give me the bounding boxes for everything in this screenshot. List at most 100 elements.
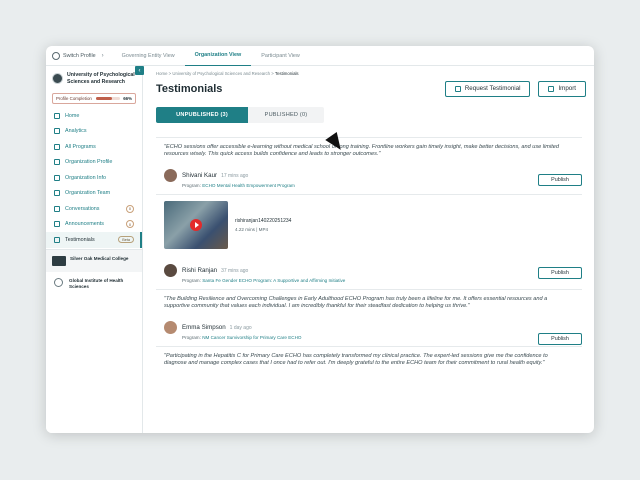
video-thumbnail[interactable] <box>164 200 228 249</box>
chat-icon <box>54 205 60 212</box>
publish-button[interactable]: Publish <box>538 332 582 345</box>
breadcrumb-org[interactable]: University of Psychological Sciences and… <box>172 71 270 76</box>
sidebar-item-testimonials[interactable]: Testimonials Beta <box>46 232 142 248</box>
request-testimonial-label: Request Testimonial <box>464 85 521 92</box>
breadcrumb-home[interactable]: Home <box>156 71 167 76</box>
org-name: University of Psychological Sciences and… <box>67 72 135 85</box>
status-tabs: UNPUBLISHED (3) PUBLISHED (0) <box>156 107 586 123</box>
avatar <box>164 264 177 278</box>
org-item-label: Global Institute of Health Sciences <box>69 277 124 289</box>
profile-completion[interactable]: Profile Completion 66% <box>52 93 136 104</box>
sidebar-item-announcements[interactable]: Announcements 0 <box>46 217 142 233</box>
sidebar-item-label: Analytics <box>65 128 87 135</box>
sidebar-item-organization-info[interactable]: Organization Info <box>46 170 142 186</box>
import-label: Import <box>558 85 576 92</box>
sidebar-item-conversations[interactable]: Conversations 0 <box>46 201 142 217</box>
conversations-count-badge: 0 <box>126 204 134 213</box>
sidebar-item-label: Announcements <box>65 221 104 228</box>
sidebar-item-all-programs[interactable]: All Programs <box>46 139 142 155</box>
org-logo <box>52 255 66 266</box>
program-line: Program: Santa Fe Gender ECHO Program: A… <box>182 278 345 283</box>
tab-unpublished[interactable]: UNPUBLISHED (3) <box>156 107 248 123</box>
gear-icon <box>52 51 60 60</box>
author-name: Emma Simpson <box>182 323 226 331</box>
switch-profile-button[interactable]: Switch Profile <box>52 51 96 60</box>
org-item-label: Silver Oak Medical College <box>70 255 129 261</box>
beta-badge: Beta <box>118 236 134 244</box>
sidebar-nav: Home Analytics All Programs Organization… <box>46 108 142 248</box>
app-window: Switch Profile › Governing Entity View O… <box>46 46 594 433</box>
sidebar-item-home[interactable]: Home <box>46 108 142 124</box>
org-logo <box>54 277 63 287</box>
megaphone-icon <box>54 221 60 228</box>
request-testimonial-button[interactable]: Request Testimonial <box>444 80 531 97</box>
main-content: Home > University of Psychological Scien… <box>143 66 594 433</box>
home-icon <box>54 112 60 119</box>
program-prefix: Program: <box>182 182 201 188</box>
program-link[interactable]: Santa Fe Gender ECHO Program: A Supporti… <box>202 278 345 283</box>
testimonial-card: rishiranjan140220251234 4.22 mins | MP4 … <box>156 193 582 289</box>
program-link[interactable]: ECHO Mental Health Empowerment Program <box>202 183 295 188</box>
video-name: rishiranjan140220251234 <box>235 217 292 224</box>
programs-icon <box>54 143 60 150</box>
sidebar-item-organization-team[interactable]: Organization Team <box>46 186 142 202</box>
author-time: 37 mins ago <box>221 267 249 274</box>
tab-published[interactable]: PUBLISHED (0) <box>248 107 324 123</box>
breadcrumb-current: Testimonials <box>274 71 299 76</box>
publish-button[interactable]: Publish <box>538 266 582 279</box>
video-info: rishiranjan140220251234 4.22 mins | MP4 <box>235 218 291 232</box>
program-prefix: Program: <box>182 334 201 340</box>
org-switcher-list: Silver Oak Medical College Global Instit… <box>46 248 142 296</box>
sidebar-item-label: Conversations <box>65 205 100 212</box>
request-icon <box>454 85 461 92</box>
profile-completion-value: 66% <box>123 96 132 101</box>
program-link[interactable]: NM Cancer Survivorship for Primary Care … <box>202 335 301 340</box>
breadcrumb: Home > University of Psychological Scien… <box>156 71 586 76</box>
profile-icon <box>54 159 60 166</box>
sidebar-item-label: Organization Info <box>65 174 107 181</box>
sidebar: University of Psychological Sciences and… <box>46 66 144 433</box>
org-item-silver-oak[interactable]: Silver Oak Medical College <box>46 249 142 272</box>
avatar <box>164 321 177 335</box>
sidebar-item-label: Organization Profile <box>65 159 113 166</box>
testimonial-quote: "Participating in the Hepatitis C for Pr… <box>164 352 548 367</box>
testimonial-card: "The Building Resilience and Overcoming … <box>156 288 582 346</box>
author-name: Shivani Kaur <box>182 171 218 179</box>
analytics-icon <box>54 128 60 135</box>
testimonial-list: "ECHO sessions offer accessible e-learni… <box>156 137 582 373</box>
team-icon <box>54 190 60 197</box>
sidebar-item-label: Home <box>65 112 80 119</box>
sidebar-item-analytics[interactable]: Analytics <box>46 124 142 140</box>
import-button[interactable]: Import <box>538 80 586 97</box>
testimonial-quote: "The Building Resilience and Overcoming … <box>164 295 548 310</box>
play-icon[interactable] <box>190 218 202 231</box>
testimonial-card: "ECHO sessions offer accessible e-learni… <box>156 137 582 194</box>
video-meta: 4.22 mins | MP4 <box>235 226 269 232</box>
program-prefix: Program: <box>182 277 201 283</box>
avatar <box>164 169 177 183</box>
chevron-right-icon: › <box>101 52 104 59</box>
tab-governing-entity-view[interactable]: Governing Entity View <box>112 46 185 66</box>
breadcrumb-separator: > <box>271 71 274 76</box>
testimonial-card: "Participating in the Hepatitis C for Pr… <box>156 345 582 374</box>
author-name: Rishi Ranjan <box>182 266 218 274</box>
sidebar-item-label: Organization Team <box>65 190 111 197</box>
tab-organization-view[interactable]: Organization View <box>184 46 252 66</box>
org-item-global-institute[interactable]: Global Institute of Health Sciences <box>46 272 142 296</box>
testimonial-author: Shivani Kaur 17 mins ago Program: ECHO Me… <box>164 164 582 188</box>
org-header: University of Psychological Sciences and… <box>46 66 144 90</box>
program-line: Program: ECHO Mental Health Empowerment … <box>182 183 295 188</box>
sidebar-item-label: Testimonials <box>65 236 95 243</box>
page-title: Testimonials <box>156 82 223 95</box>
testimonial-author: Rishi Ranjan 37 mins ago Program: Santa F… <box>164 259 582 283</box>
author-time: 1 day ago <box>229 324 252 331</box>
video-attachment: rishiranjan140220251234 4.22 mins | MP4 <box>164 200 582 249</box>
sidebar-item-organization-profile[interactable]: Organization Profile <box>46 155 142 171</box>
sidebar-item-label: All Programs <box>65 143 96 150</box>
profile-completion-bar <box>95 97 121 100</box>
testimonial-quote: "ECHO sessions offer accessible e-learni… <box>164 144 559 158</box>
program-line: Program: NM Cancer Survivorship for Prim… <box>182 335 302 340</box>
tab-participant-view[interactable]: Participant View <box>251 46 310 66</box>
top-bar: Switch Profile › Governing Entity View O… <box>46 46 594 66</box>
publish-button[interactable]: Publish <box>538 174 582 186</box>
